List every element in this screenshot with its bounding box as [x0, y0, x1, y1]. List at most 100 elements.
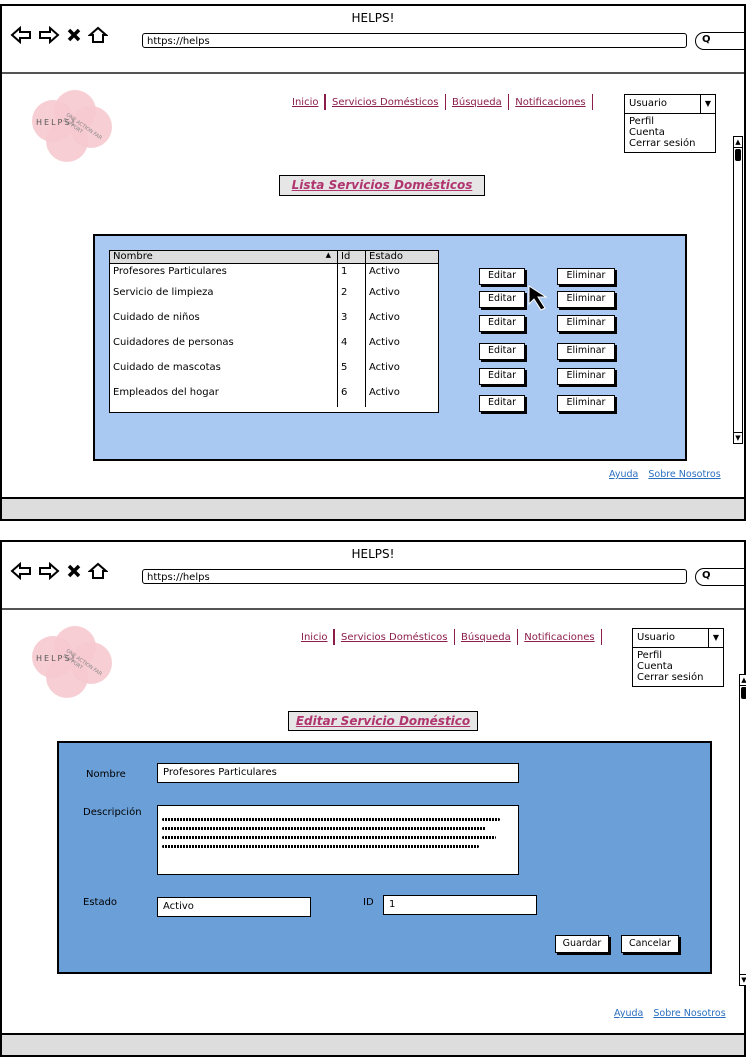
edit-button-3[interactable]: Editar: [479, 315, 525, 332]
mouse-pointer-icon: [528, 285, 548, 311]
cancel-button[interactable]: Cancelar: [621, 935, 679, 953]
column-header-nombre[interactable]: Nombre ▲: [110, 251, 338, 263]
close-icon[interactable]: [66, 26, 82, 44]
vertical-scrollbar[interactable]: ▲ ▼: [739, 674, 746, 986]
name-field[interactable]: Profesores Particulares: [157, 763, 519, 783]
forward-icon[interactable]: [38, 562, 60, 580]
menu-item-cuenta[interactable]: Cuenta: [625, 127, 715, 138]
menu-item-perfil[interactable]: Perfil: [633, 650, 723, 661]
scroll-up-icon[interactable]: ▲: [734, 137, 742, 148]
user-menu[interactable]: Usuario ▼ Perfil Cuenta Cerrar sesión: [632, 628, 724, 687]
scroll-up-icon[interactable]: ▲: [740, 675, 746, 686]
menu-item-cuenta[interactable]: Cuenta: [633, 661, 723, 672]
user-menu-select[interactable]: Usuario ▼: [633, 629, 723, 648]
url-bar[interactable]: https://helps: [142, 569, 687, 584]
name-label: Nombre: [86, 769, 126, 780]
user-menu-select[interactable]: Usuario ▼: [625, 95, 715, 114]
footer-links: Ayuda Sobre Nosotros: [614, 1008, 726, 1019]
footer-links: Ayuda Sobre Nosotros: [609, 469, 721, 480]
nav-link-notificaciones[interactable]: Notificaciones: [518, 632, 600, 643]
nav-link-notificaciones[interactable]: Notificaciones: [509, 97, 591, 108]
browser-window-list: HELPS! https://helps Q HELPS! ONE ACTION…: [0, 4, 746, 521]
delete-button-3[interactable]: Eliminar: [557, 315, 615, 332]
page-title: Lista Servicios Domésticos: [279, 175, 485, 196]
logo: HELPS! ONE ACTION FAR SUPPORT: [32, 88, 112, 163]
back-icon[interactable]: [10, 562, 32, 580]
edit-button-5[interactable]: Editar: [479, 368, 525, 385]
state-label: Estado: [83, 897, 118, 908]
nav-link-inicio[interactable]: Inicio: [286, 97, 324, 108]
help-link[interactable]: Ayuda: [614, 1008, 643, 1019]
browser-statusbar: [2, 497, 744, 519]
table-row[interactable]: Empleados del hogar 6 Activo: [110, 382, 438, 407]
about-link[interactable]: Sobre Nosotros: [648, 469, 720, 480]
forward-icon[interactable]: [38, 26, 60, 44]
nav-link-servicios[interactable]: Servicios Domésticos: [335, 632, 454, 643]
user-menu-selected: Usuario: [629, 98, 668, 109]
scroll-down-icon[interactable]: ▼: [734, 432, 742, 443]
url-bar[interactable]: https://helps: [142, 33, 687, 48]
search-button[interactable]: Q: [695, 568, 746, 586]
nav-link-servicios[interactable]: Servicios Domésticos: [326, 97, 445, 108]
search-button[interactable]: Q: [695, 32, 746, 50]
services-panel: Nombre ▲ Id Estado Profesores Particulare…: [93, 234, 687, 461]
column-header-id[interactable]: Id: [338, 251, 366, 263]
scroll-thumb[interactable]: [741, 687, 746, 699]
nav-link-busqueda[interactable]: Búsqueda: [446, 97, 508, 108]
id-label: ID: [363, 897, 374, 908]
nav-link-inicio[interactable]: Inicio: [295, 632, 333, 643]
window-title: HELPS!: [351, 547, 395, 561]
user-menu[interactable]: Usuario ▼ Perfil Cuenta Cerrar sesión: [624, 94, 716, 153]
edit-button-2[interactable]: Editar: [479, 291, 525, 308]
menu-item-cerrar-sesion[interactable]: Cerrar sesión: [625, 138, 715, 149]
table-row[interactable]: Servicio de limpieza 2 Activo: [110, 282, 438, 307]
delete-button-6[interactable]: Eliminar: [557, 395, 615, 412]
edit-button-1[interactable]: Editar: [479, 268, 525, 285]
save-button[interactable]: Guardar: [555, 935, 609, 953]
vertical-scrollbar[interactable]: ▲ ▼: [733, 136, 743, 444]
scroll-thumb[interactable]: [735, 149, 741, 161]
browser-window-edit: HELPS! https://helps Q HELPS! ONE ACTION…: [0, 540, 746, 1057]
scroll-down-icon[interactable]: ▼: [740, 974, 746, 985]
user-menu-selected: Usuario: [637, 632, 676, 643]
state-field[interactable]: Activo: [157, 897, 311, 917]
back-icon[interactable]: [10, 26, 32, 44]
id-field[interactable]: 1: [383, 895, 537, 915]
table-row[interactable]: Profesores Particulares 1 Activo: [110, 264, 438, 282]
delete-button-2[interactable]: Eliminar: [557, 291, 615, 308]
edit-button-6[interactable]: Editar: [479, 395, 525, 412]
browser-statusbar: [2, 1033, 744, 1055]
search-icon: Q: [702, 34, 711, 45]
home-icon[interactable]: [88, 26, 108, 44]
top-navigation: Inicio Servicios Domésticos Búsqueda Not…: [295, 629, 603, 645]
table-header: Nombre ▲ Id Estado: [110, 251, 438, 264]
menu-item-perfil[interactable]: Perfil: [625, 116, 715, 127]
help-link[interactable]: Ayuda: [609, 469, 638, 480]
page-title: Editar Servicio Doméstico: [288, 711, 478, 731]
column-header-estado[interactable]: Estado: [366, 251, 438, 263]
nav-link-busqueda[interactable]: Búsqueda: [455, 632, 517, 643]
browser-nav-buttons: [10, 562, 108, 580]
edit-form-panel: Nombre Profesores Particulares Descripci…: [57, 741, 712, 974]
close-icon[interactable]: [66, 562, 82, 580]
browser-titlebar: HELPS! https://helps Q: [2, 6, 746, 74]
sort-ascending-icon[interactable]: ▲: [326, 251, 331, 259]
logo: HELPS! ONE ACTION FAR SUPPORT: [32, 624, 112, 699]
description-label: Descripción: [83, 807, 142, 818]
home-icon[interactable]: [88, 562, 108, 580]
table-row[interactable]: Cuidado de niños 3 Activo: [110, 307, 438, 332]
description-field[interactable]: [157, 805, 519, 875]
table-row[interactable]: Cuidadores de personas 4 Activo: [110, 332, 438, 357]
search-icon: Q: [702, 570, 711, 581]
delete-button-4[interactable]: Eliminar: [557, 343, 615, 360]
services-table: Nombre ▲ Id Estado Profesores Particulare…: [109, 250, 439, 413]
menu-item-cerrar-sesion[interactable]: Cerrar sesión: [633, 672, 723, 683]
chevron-down-icon[interactable]: ▼: [700, 95, 715, 113]
edit-button-4[interactable]: Editar: [479, 343, 525, 360]
delete-button-1[interactable]: Eliminar: [557, 268, 615, 285]
chevron-down-icon[interactable]: ▼: [708, 629, 723, 647]
browser-titlebar: HELPS! https://helps Q: [2, 542, 746, 610]
about-link[interactable]: Sobre Nosotros: [653, 1008, 725, 1019]
delete-button-5[interactable]: Eliminar: [557, 368, 615, 385]
table-row[interactable]: Cuidado de mascotas 5 Activo: [110, 357, 438, 382]
